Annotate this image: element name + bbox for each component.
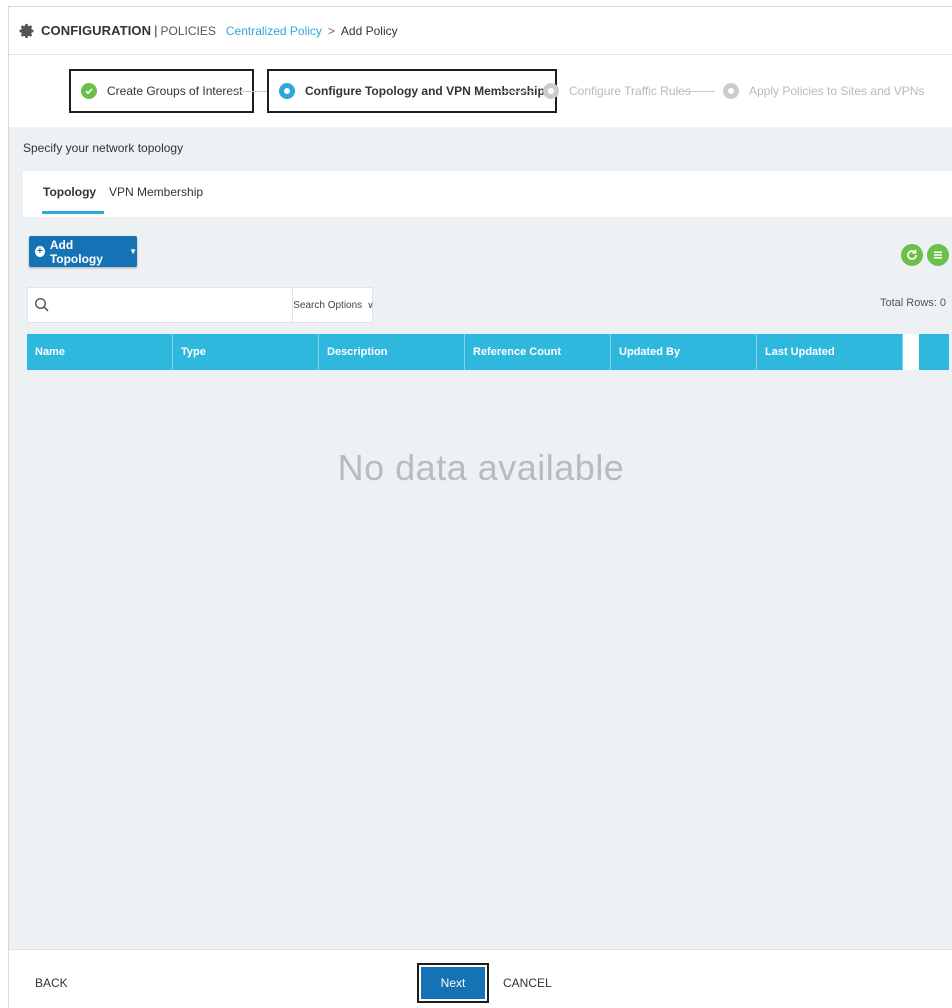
column-actions [919, 334, 949, 370]
app-window: CONFIGURATION | POLICIES Centralized Pol… [8, 6, 952, 1008]
step-apply-policies[interactable]: Apply Policies to Sites and VPNs [723, 69, 924, 113]
top-header: CONFIGURATION | POLICIES Centralized Pol… [9, 7, 952, 55]
search-box: Search Options ∨ [27, 287, 374, 323]
pending-step-icon [723, 83, 739, 99]
column-menu-button[interactable] [927, 244, 949, 266]
step-label: Create Groups of Interest [107, 84, 243, 98]
breadcrumb-link-centralized-policy[interactable]: Centralized Policy [226, 24, 322, 38]
back-button[interactable]: BACK [35, 976, 68, 990]
breadcrumb-current: Add Policy [340, 23, 398, 38]
step-connector [677, 91, 715, 92]
next-button-highlight: Next [417, 963, 489, 1003]
step-label: Configure Traffic Rules [569, 84, 691, 98]
wizard-stepper: Create Groups of Interest Configure Topo… [9, 55, 952, 127]
check-circle-icon [81, 83, 97, 99]
step-label: Apply Policies to Sites and VPNs [749, 84, 925, 98]
tab-vpn-membership[interactable]: VPN Membership [109, 185, 203, 199]
add-topology-label: Add Topology [49, 237, 103, 266]
active-tab-indicator [42, 211, 104, 214]
plus-icon: + [35, 246, 45, 257]
search-options-label: Search Options [293, 299, 363, 311]
title-separator: | [154, 23, 158, 38]
section-heading: Specify your network topology [23, 141, 184, 155]
column-spacer [903, 334, 919, 370]
search-input[interactable] [54, 294, 292, 316]
step-connector [231, 91, 267, 92]
step-configure-traffic-rules[interactable]: Configure Traffic Rules [543, 69, 691, 113]
column-header-type[interactable]: Type [173, 334, 319, 370]
footer-bar: BACK Next CANCEL [9, 949, 952, 1008]
step-create-groups[interactable]: Create Groups of Interest [69, 69, 255, 113]
refresh-icon [907, 249, 917, 260]
column-header-name[interactable]: Name [27, 334, 173, 370]
refresh-button[interactable] [901, 244, 923, 266]
breadcrumb-arrow: > [327, 23, 335, 38]
subsection-title: POLICIES [160, 23, 216, 38]
step-connector [499, 91, 533, 92]
cancel-button[interactable]: CANCEL [503, 976, 552, 990]
table-header-row: Name Type Description Reference Count Up… [27, 334, 949, 370]
section-title: CONFIGURATION [41, 23, 152, 38]
search-icon [34, 297, 49, 312]
add-topology-button[interactable]: + Add Topology ▼ [29, 236, 137, 267]
column-header-reference-count[interactable]: Reference Count [465, 334, 611, 370]
column-header-updated-by[interactable]: Updated By [611, 334, 757, 370]
caret-down-icon: ▼ [129, 247, 137, 256]
pending-step-icon [543, 83, 559, 99]
empty-table-message: No data available [337, 447, 625, 488]
chevron-down-icon: ∨ [367, 299, 374, 310]
total-rows-count: Total Rows: 0 [879, 297, 946, 309]
active-step-icon [279, 83, 295, 99]
tab-topology[interactable]: Topology [43, 185, 96, 199]
search-options-dropdown[interactable]: Search Options ∨ [292, 288, 374, 322]
column-header-description[interactable]: Description [319, 334, 465, 370]
next-button[interactable]: Next [421, 967, 485, 999]
column-header-last-updated[interactable]: Last Updated [757, 334, 903, 370]
list-icon [934, 251, 942, 259]
tabs-bar: Topology VPN Membership [23, 171, 952, 217]
topology-table: Name Type Description Reference Count Up… [27, 334, 949, 370]
gear-icon [19, 23, 34, 38]
